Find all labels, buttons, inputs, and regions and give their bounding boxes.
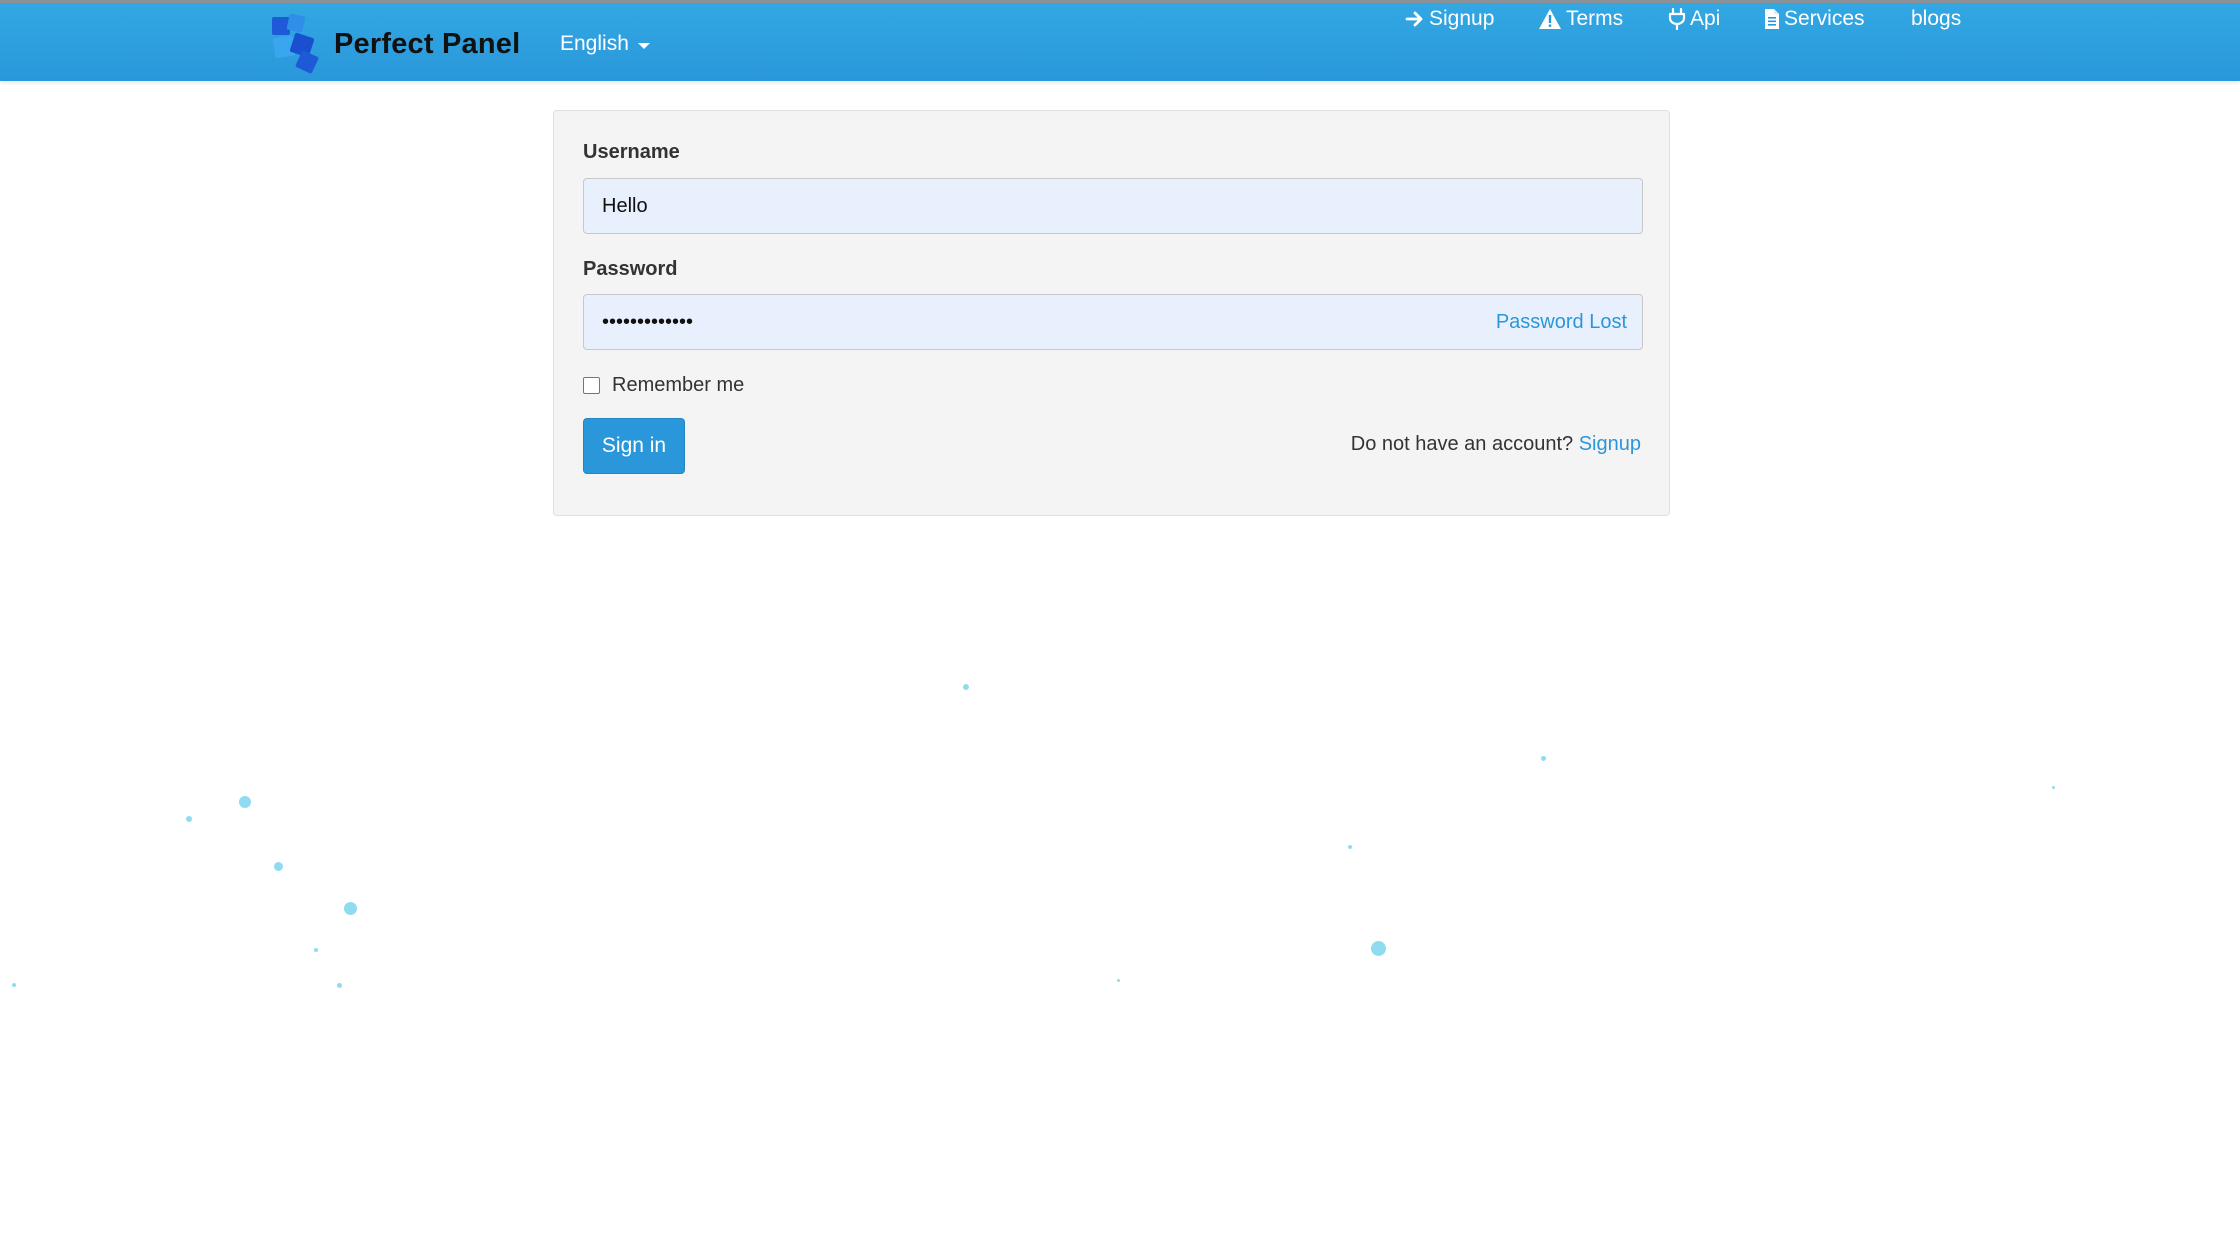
remember-me-checkbox[interactable] [583,377,600,394]
particle-dot [1371,941,1386,956]
password-lost-link[interactable]: Password Lost [1496,295,1627,349]
particle-dot [1348,845,1352,849]
nav-services-label: Services [1784,7,1865,30]
particle-dot [1117,979,1120,982]
particle-dot [239,796,251,808]
nav-blogs-label: blogs [1911,7,1962,30]
remember-me[interactable]: Remember me [583,374,744,397]
nav-terms[interactable]: Terms [1538,3,1623,35]
username-value: Hello [602,194,648,217]
password-input[interactable]: ••••••••••••• Password Lost [583,294,1643,350]
remember-me-label: Remember me [612,374,745,396]
arrow-right-icon [1405,9,1425,29]
particle-dot [186,816,192,822]
login-panel: Username Hello Password ••••••••••••• Pa… [553,110,1670,516]
language-label: English [560,32,629,55]
particle-dot [344,902,357,915]
no-account-text: Do not have an account? [1350,433,1574,455]
nav-api[interactable]: Api [1668,3,1720,35]
particle-dot [274,862,283,871]
signup-link[interactable]: Signup [1579,433,1641,455]
sign-in-button[interactable]: Sign in [583,418,685,474]
document-icon [1764,8,1780,30]
particle-dot [314,948,318,952]
language-dropdown[interactable]: English [560,28,650,60]
particle-dot [963,684,969,690]
nav-blogs[interactable]: blogs [1911,3,1961,35]
password-label: Password [583,258,678,280]
password-value: ••••••••••••• [602,310,694,333]
nav-services[interactable]: Services [1764,3,1865,35]
nav-api-label: Api [1690,7,1721,30]
top-navbar: Perfect Panel English Signup Terms Api S… [0,0,2240,81]
perfect-panel-logo-icon [272,13,319,74]
particle-dot [337,983,342,988]
particle-dot [12,983,16,987]
brand-name: Perfect Panel [334,27,521,60]
username-input[interactable]: Hello [583,178,1643,234]
nav-signup[interactable]: Signup [1405,3,1494,35]
nav-signup-label: Signup [1429,7,1495,30]
warning-icon [1538,8,1562,30]
nav-terms-label: Terms [1566,7,1624,30]
particle-dot [1541,756,1546,761]
brand-link[interactable]: Perfect Panel [268,13,520,75]
particle-dot [2052,786,2055,789]
username-label: Username [583,141,680,163]
caret-down-icon [637,42,650,49]
signup-prompt: Do not have an account? Signup [1351,433,1641,456]
plug-icon [1668,8,1686,30]
